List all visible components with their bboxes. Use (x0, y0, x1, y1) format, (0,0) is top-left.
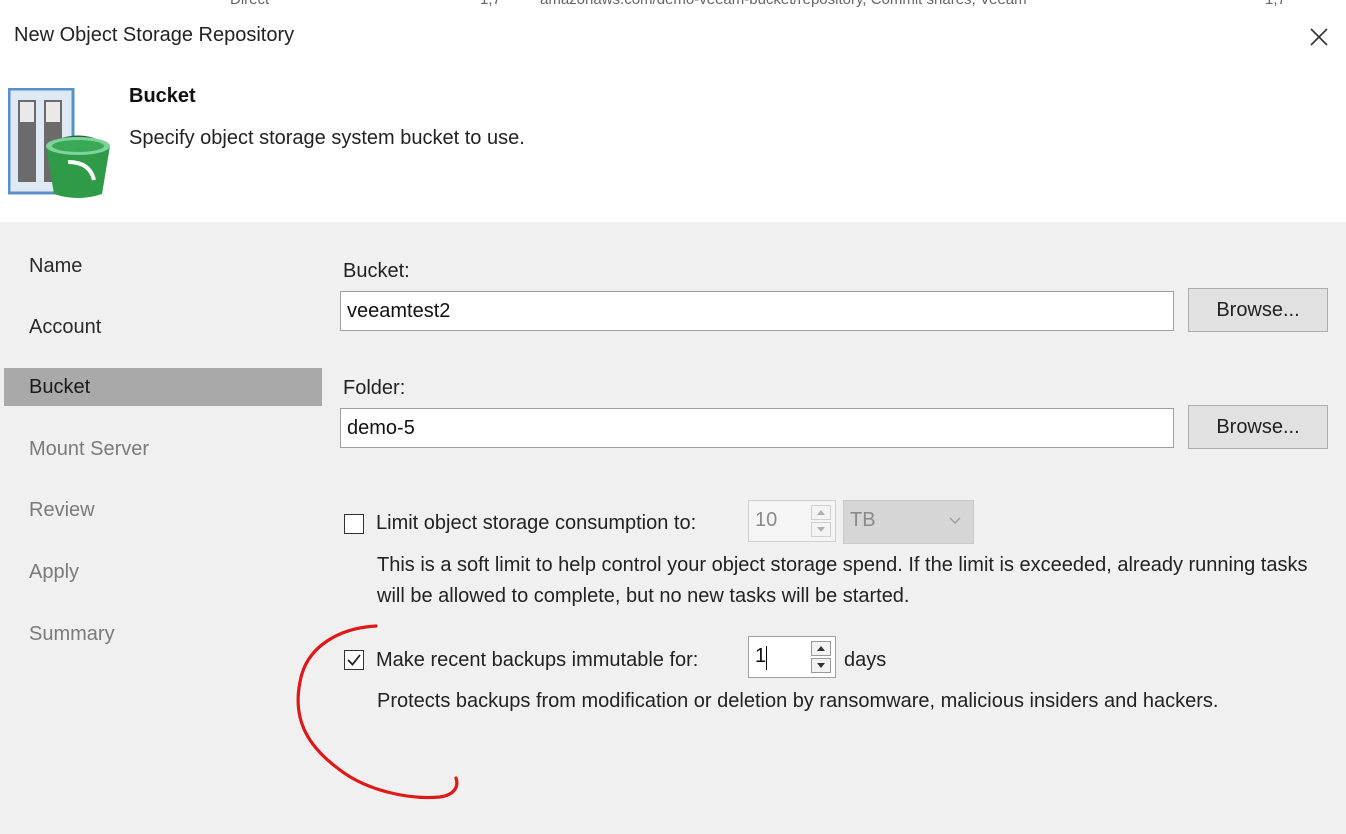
red-annotation-overlay (296, 624, 459, 800)
red-annotation-stroke (296, 624, 459, 800)
